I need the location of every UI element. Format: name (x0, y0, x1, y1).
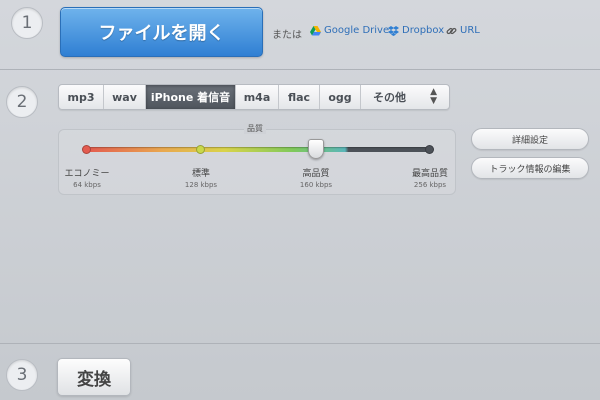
quality-panel: 品質 エコノミー 64 kbps 標準 128 kbps 高品質 160 kbp… (58, 123, 456, 195)
quality-label-standard: 標準 (191, 169, 210, 179)
quality-bitrate-economy: 64 kbps (73, 181, 101, 189)
dropbox-icon (388, 25, 399, 36)
format-tab-ogg[interactable]: ogg (320, 85, 361, 109)
link-icon (446, 27, 457, 34)
quality-label-highest: 最高品質 (411, 169, 448, 179)
advanced-settings-button[interactable]: 詳細設定 (471, 128, 589, 150)
google-drive-label: Google Drive (324, 25, 390, 36)
quality-bitrate-highest: 256 kbps (413, 181, 447, 189)
or-text: または (272, 30, 302, 41)
step-number-1: 1 (11, 7, 43, 39)
google-drive-icon (310, 25, 321, 35)
open-section: 1 ファイルを開く または Google Drive Dropbox URL (0, 0, 600, 70)
quality-slider-handle[interactable] (308, 139, 324, 159)
format-tab-iphone-ringtone[interactable]: iPhone 着信音 (146, 85, 236, 109)
quality-stop-economy[interactable] (82, 145, 91, 154)
format-tab-flac[interactable]: flac (279, 85, 320, 109)
quality-title: 品質 (244, 123, 266, 134)
format-section: 2 mp3 wav iPhone 着信音 m4a flac ogg その他 ▲ ▼… (0, 70, 600, 344)
convert-button[interactable]: 変換 (57, 358, 131, 396)
google-drive-link[interactable]: Google Drive (310, 25, 389, 36)
quality-label-high: 高品質 (302, 169, 330, 179)
format-tab-wav[interactable]: wav (104, 85, 146, 109)
open-file-button[interactable]: ファイルを開く (60, 7, 263, 57)
quality-label-economy: エコノミー (64, 169, 110, 179)
updown-arrows-icon: ▲ ▼ (430, 87, 437, 106)
step-number-2: 2 (6, 86, 38, 118)
edit-track-info-button[interactable]: トラック情報の編集 (471, 157, 589, 179)
quality-bitrate-standard: 128 kbps (184, 181, 218, 189)
format-tab-m4a[interactable]: m4a (236, 85, 279, 109)
dropbox-link[interactable]: Dropbox (388, 25, 444, 36)
dropbox-label: Dropbox (402, 25, 445, 36)
format-other-select[interactable]: その他 ▲ ▼ (361, 85, 449, 109)
quality-stop-standard[interactable] (196, 145, 205, 154)
quality-stop-highest[interactable] (425, 145, 434, 154)
url-link[interactable]: URL (446, 25, 480, 36)
format-other-label: その他 (373, 91, 406, 104)
quality-bitrate-high: 160 kbps (299, 181, 333, 189)
url-label: URL (460, 25, 480, 36)
quality-slider-track[interactable] (87, 147, 431, 152)
format-tab-mp3[interactable]: mp3 (59, 85, 104, 109)
step-number-3: 3 (6, 359, 38, 391)
format-tabs: mp3 wav iPhone 着信音 m4a flac ogg その他 ▲ ▼ (58, 84, 450, 110)
convert-section: 3 変換 (0, 345, 600, 400)
